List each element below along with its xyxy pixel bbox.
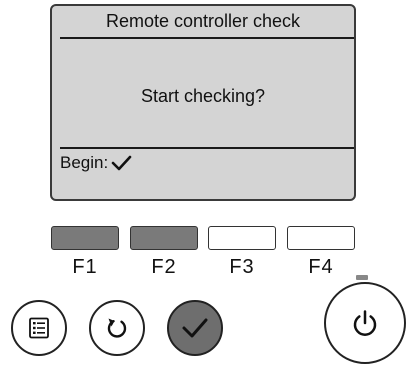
power-icon [353, 310, 377, 336]
power-indicator-led [356, 275, 368, 280]
power-button[interactable] [324, 282, 406, 364]
f3-button[interactable] [208, 226, 276, 250]
f4-label: F4 [308, 256, 334, 278]
f2-label: F2 [151, 256, 177, 278]
f4-button[interactable] [287, 226, 355, 250]
f2-button[interactable] [130, 226, 198, 250]
screen-title: Remote controller check [105, 11, 301, 31]
footer-divider [60, 147, 354, 149]
lcd-screen: Remote controller check Start checking? … [50, 4, 356, 201]
return-arrow-icon [107, 318, 127, 338]
begin-label: Begin: [60, 153, 109, 172]
f1-button[interactable] [51, 226, 119, 250]
title-divider [60, 37, 354, 39]
prompt-text: Start checking? [140, 86, 266, 106]
menu-list-icon [29, 317, 49, 339]
f1-label: F1 [72, 256, 98, 278]
return-button[interactable] [89, 300, 145, 356]
menu-button[interactable] [11, 300, 67, 356]
confirm-button[interactable] [167, 300, 223, 356]
check-icon [111, 155, 132, 171]
check-icon [182, 318, 208, 338]
begin-hint: Begin: [60, 153, 132, 173]
f3-label: F3 [229, 256, 255, 278]
